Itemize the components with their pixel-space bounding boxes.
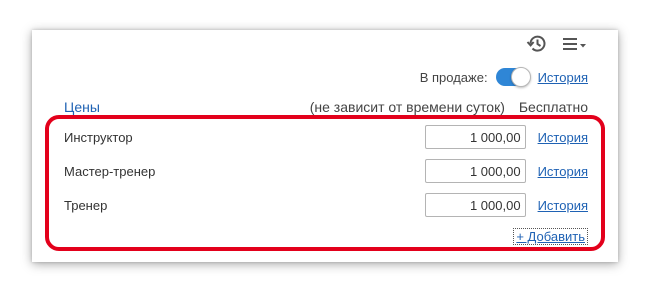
price-row-name: Инструктор <box>64 129 133 145</box>
time-independent-note: (не зависит от времени суток) <box>309 99 505 115</box>
on-sale-history-link[interactable]: История <box>538 70 588 85</box>
price-history-link[interactable]: История <box>538 164 588 179</box>
price-row-name: Мастер-тренер <box>64 163 156 179</box>
prices-panel: В продаже: История Цены (не зависит от в… <box>32 30 618 262</box>
prices-heading-row: Цены (не зависит от времени суток) Беспл… <box>64 97 588 117</box>
on-sale-toggle[interactable] <box>495 67 531 87</box>
menu-list-icon[interactable] <box>562 34 588 54</box>
price-row-master-trainer: Мастер-тренер История <box>64 159 588 183</box>
history-clock-icon[interactable] <box>526 34 548 54</box>
on-sale-label: В продаже: <box>419 69 488 85</box>
price-row-instructor: Инструктор История <box>64 125 588 149</box>
price-row-name: Тренер <box>64 197 108 213</box>
price-value-input[interactable] <box>424 193 526 217</box>
panel-toolbar <box>526 34 588 54</box>
price-value-input[interactable] <box>424 159 526 183</box>
on-sale-row: В продаже: История <box>32 66 588 88</box>
price-history-link[interactable]: История <box>538 198 588 213</box>
toggle-knob <box>510 67 531 87</box>
price-row-trainer: Тренер История <box>64 193 588 217</box>
add-price-row: + Добавить <box>513 227 588 245</box>
price-value-input[interactable] <box>424 125 526 149</box>
free-label: Бесплатно <box>518 99 588 115</box>
add-price-link[interactable]: + Добавить <box>513 227 588 245</box>
price-history-link[interactable]: История <box>538 130 588 145</box>
prices-title: Цены <box>64 99 100 115</box>
